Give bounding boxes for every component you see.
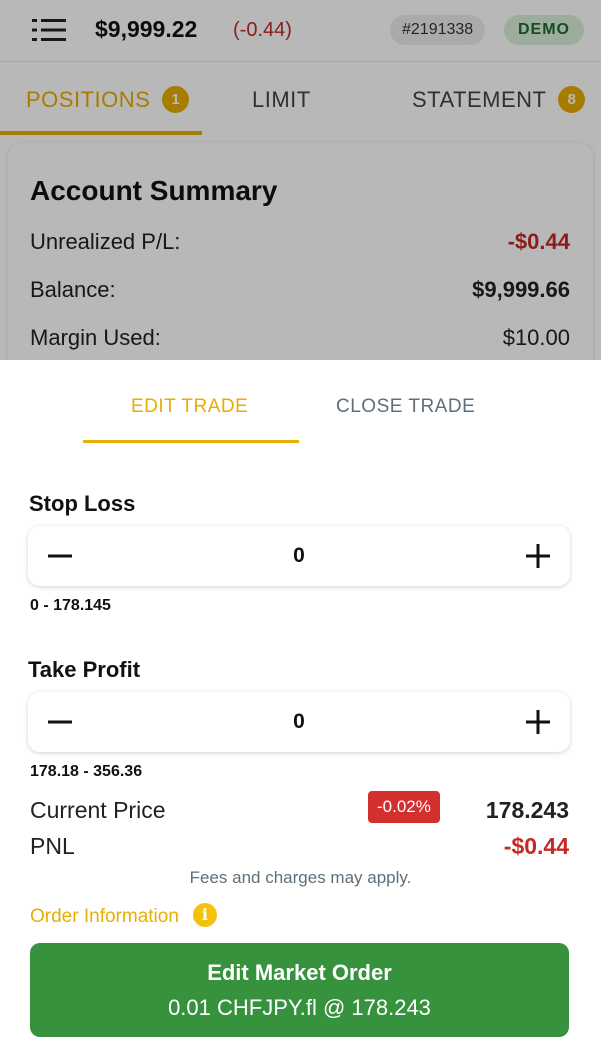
take-profit-minus-button[interactable] [30, 692, 90, 752]
order-information-link[interactable]: Order Information i [30, 903, 217, 929]
price-change-badge: -0.02% [368, 791, 440, 823]
stop-loss-stepper [28, 526, 570, 586]
sheet-tab-indicator [83, 440, 299, 443]
pnl-row: PNL -$0.44 [30, 833, 569, 860]
plus-icon [526, 544, 550, 568]
submit-subtitle: 0.01 CHFJPY.fl @ 178.243 [168, 995, 431, 1020]
current-price-row: Current Price -0.02% 178.243 [30, 791, 569, 824]
fees-note: Fees and charges may apply. [189, 868, 412, 887]
info-icon[interactable]: i [192, 903, 217, 927]
edit-trade-sheet: EDIT TRADE CLOSE TRADE Stop Loss 0 - 178… [0, 360, 601, 1052]
order-information-label: Order Information [30, 906, 179, 928]
tab-close-trade[interactable]: CLOSE TRADE [336, 396, 475, 418]
edit-market-order-button[interactable]: Edit Market Order 0.01 CHFJPY.fl @ 178.2… [30, 943, 569, 1037]
minus-icon [48, 720, 72, 724]
current-price-value: 178.243 [485, 797, 569, 823]
take-profit-label: Take Profit [28, 657, 141, 682]
stop-loss-range: 0 - 178.145 [30, 597, 111, 614]
current-price-label: Current Price [30, 797, 166, 823]
take-profit-input[interactable] [108, 692, 490, 752]
pnl-value: -$0.44 [503, 833, 569, 859]
stop-loss-input[interactable] [108, 526, 490, 586]
minus-icon [48, 554, 72, 558]
stop-loss-plus-button[interactable] [508, 526, 568, 586]
tab-edit-trade[interactable]: EDIT TRADE [131, 396, 248, 418]
plus-icon [526, 710, 550, 734]
stop-loss-minus-button[interactable] [30, 526, 90, 586]
take-profit-stepper [28, 692, 570, 752]
stop-loss-label: Stop Loss [29, 491, 136, 516]
take-profit-range: 178.18 - 356.36 [30, 763, 143, 780]
submit-title: Edit Market Order [207, 960, 392, 985]
take-profit-plus-button[interactable] [508, 692, 568, 752]
pnl-label: PNL [30, 833, 75, 859]
